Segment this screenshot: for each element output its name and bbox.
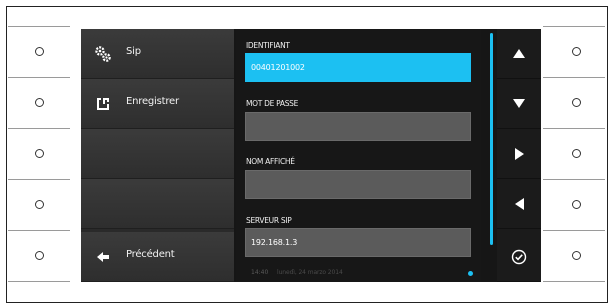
soft-button-right-4[interactable]: [572, 200, 581, 209]
serveur-sip-label: SERVEUR SIP: [246, 216, 292, 225]
soft-button-right-2[interactable]: [572, 98, 581, 107]
mot-de-passe-field[interactable]: [245, 112, 471, 141]
soft-button-left-3[interactable]: [35, 149, 44, 158]
soft-row-4: [543, 179, 605, 230]
display-screen: Sip Enregistrer Précédent IDENTIFIANT 00…: [81, 29, 541, 282]
identifiant-value: 00401201002: [251, 63, 305, 72]
save-icon: [97, 98, 109, 110]
nom-affiche-field[interactable]: [245, 170, 471, 199]
soft-row-1: [543, 26, 605, 77]
arrow-right-icon: [514, 147, 524, 160]
soft-button-right-1[interactable]: [572, 47, 581, 56]
status-date: lunedì, 24 marzo 2014: [277, 269, 343, 276]
soft-button-left-1[interactable]: [35, 47, 44, 56]
soft-button-right-3[interactable]: [572, 149, 581, 158]
status-indicator: [468, 271, 473, 276]
up-button[interactable]: [497, 29, 541, 79]
menu-item-enregistrer[interactable]: Enregistrer: [81, 79, 234, 129]
menu-item-label: Enregistrer: [126, 96, 179, 107]
menu-item-empty-3: [81, 129, 234, 179]
mot-de-passe-label: MOT DE PASSE: [246, 99, 299, 108]
left-soft-buttons: [8, 26, 70, 282]
menu-item-empty-4: [81, 179, 234, 229]
sip-settings-form: IDENTIFIANT 00401201002 MOT DE PASSE NOM…: [236, 29, 481, 282]
soft-row-4: [8, 179, 70, 230]
check-circle-icon: [511, 249, 527, 264]
soft-row-3: [543, 128, 605, 179]
soft-row-5: [543, 230, 605, 282]
down-button[interactable]: [497, 79, 541, 129]
nav-panel: [497, 29, 541, 282]
arrow-down-icon: [513, 99, 525, 108]
menu-item-precedent[interactable]: Précédent: [81, 232, 234, 282]
soft-button-right-5[interactable]: [572, 251, 581, 260]
back-arrow-icon: [97, 252, 109, 262]
nom-affiche-label: NOM AFFICHÉ: [246, 157, 295, 166]
arrow-left-icon: [514, 197, 524, 210]
menu-item-label: Précédent: [126, 249, 175, 260]
serveur-sip-field[interactable]: 192.168.1.3: [245, 228, 471, 257]
side-menu: Sip Enregistrer Précédent: [81, 29, 234, 282]
soft-button-left-4[interactable]: [35, 200, 44, 209]
soft-row-2: [8, 77, 70, 128]
soft-row-5: [8, 230, 70, 282]
scrollbar[interactable]: [490, 33, 493, 245]
soft-row-3: [8, 128, 70, 179]
menu-item-label: Sip: [126, 46, 141, 57]
soft-button-left-5[interactable]: [35, 251, 44, 260]
menu-item-sip[interactable]: Sip: [81, 29, 234, 79]
left-button[interactable]: [497, 179, 541, 229]
soft-row-1: [8, 26, 70, 77]
identifiant-field[interactable]: 00401201002: [245, 53, 471, 82]
status-time: 14:40: [251, 269, 269, 276]
serveur-sip-value: 192.168.1.3: [251, 238, 298, 247]
right-soft-buttons: [543, 26, 605, 282]
soft-button-left-2[interactable]: [35, 98, 44, 107]
soft-row-2: [543, 77, 605, 128]
gears-icon: [95, 46, 111, 62]
identifiant-label: IDENTIFIANT: [246, 41, 290, 50]
right-button[interactable]: [497, 129, 541, 179]
confirm-button[interactable]: [497, 232, 541, 282]
arrow-up-icon: [513, 49, 525, 58]
